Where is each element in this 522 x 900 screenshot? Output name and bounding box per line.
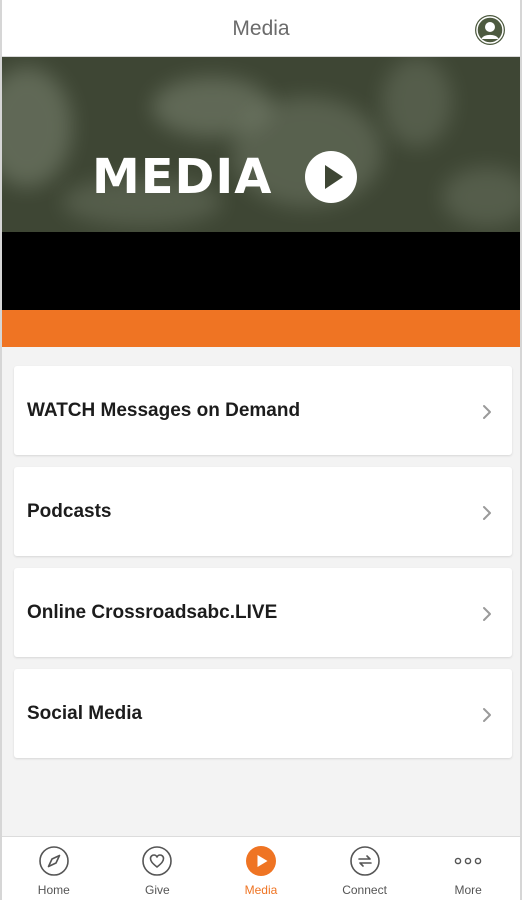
banner-photo — [2, 57, 520, 232]
tab-give[interactable]: Give — [106, 837, 210, 900]
tab-label: Connect — [342, 883, 387, 897]
top-bar: Media — [2, 0, 520, 57]
chevron-right-icon — [483, 405, 491, 419]
compass-icon — [38, 846, 69, 876]
chevron-right-icon — [483, 607, 491, 621]
chevron-right-icon — [483, 506, 491, 520]
page-title: Media — [232, 17, 290, 40]
app-frame: Media MEDIA WATCH Messages on Demand Pod… — [0, 0, 522, 900]
play-icon — [305, 151, 357, 203]
banner-orange-band — [2, 310, 520, 347]
media-menu-list: WATCH Messages on Demand Podcasts Online… — [14, 366, 512, 770]
profile-icon[interactable] — [475, 15, 505, 45]
list-item[interactable]: Online Crossroadsabc.LIVE — [14, 568, 512, 657]
list-item-label: Podcasts — [27, 501, 112, 522]
list-item-label: Online Crossroadsabc.LIVE — [27, 602, 278, 623]
tab-label: Media — [244, 883, 278, 897]
tab-connect[interactable]: Connect — [313, 837, 417, 900]
banner-black-band — [2, 232, 520, 310]
play-icon — [245, 846, 276, 876]
bottom-tab-bar: Home Give Media Connect More — [2, 836, 520, 900]
tab-label: Home — [37, 883, 70, 897]
list-item-label: Social Media — [27, 703, 143, 724]
list-item[interactable]: Social Media — [14, 669, 512, 758]
more-dots-icon — [454, 857, 482, 865]
media-banner: MEDIA — [2, 57, 520, 347]
tab-label: More — [454, 883, 482, 897]
tab-home[interactable]: Home — [2, 837, 106, 900]
list-item-label: WATCH Messages on Demand — [27, 400, 301, 421]
heart-icon — [142, 846, 173, 876]
chevron-right-icon — [483, 708, 491, 722]
tab-media[interactable]: Media — [209, 837, 313, 900]
sync-arrows-icon — [349, 846, 380, 876]
list-item[interactable]: Podcasts — [14, 467, 512, 556]
tab-more[interactable]: More — [416, 837, 520, 900]
tab-label: Give — [145, 883, 170, 897]
banner-title: MEDIA — [92, 149, 273, 205]
list-item[interactable]: WATCH Messages on Demand — [14, 366, 512, 455]
